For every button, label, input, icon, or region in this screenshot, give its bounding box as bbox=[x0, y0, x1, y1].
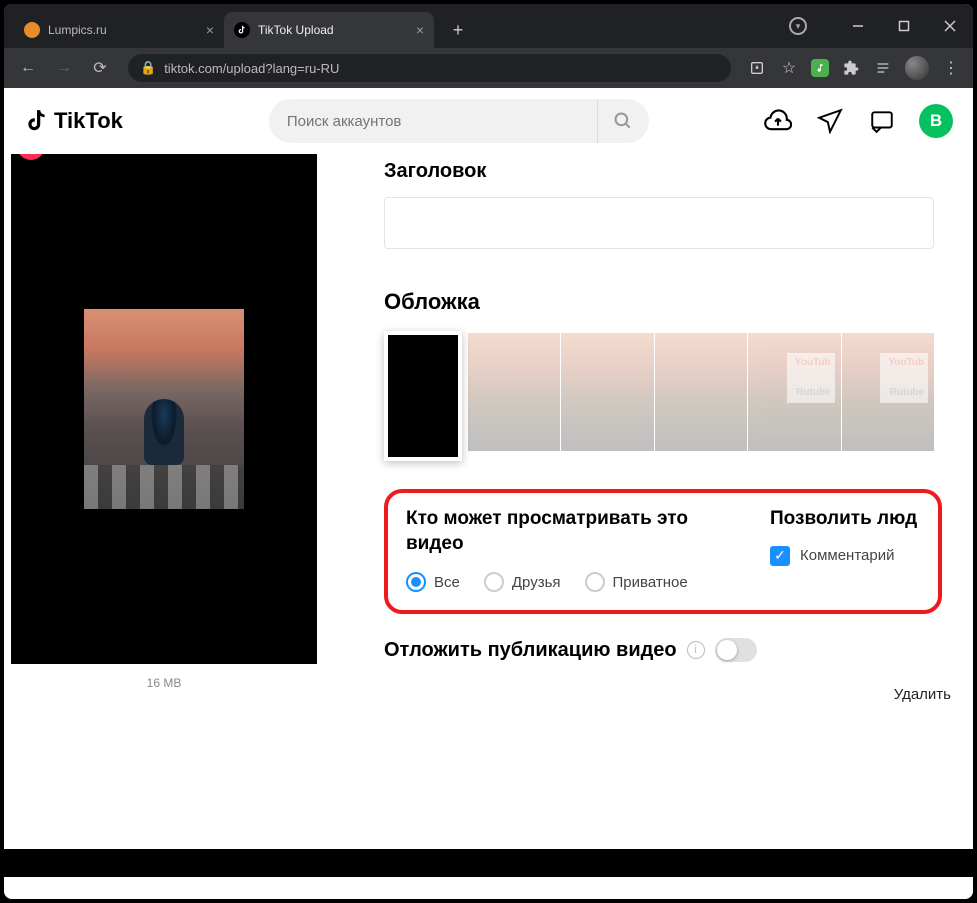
allow-comment-row[interactable]: ✓ Комментарий bbox=[770, 546, 920, 566]
browser-titlebar: Lumpics.ru × TikTok Upload × + ▾ bbox=[4, 4, 973, 48]
new-tab-button[interactable]: + bbox=[444, 16, 472, 44]
privacy-option-all[interactable]: Все bbox=[406, 572, 460, 592]
back-button[interactable]: ← bbox=[12, 52, 44, 84]
user-avatar[interactable]: В bbox=[919, 104, 953, 138]
watermark-youtube: YouTub bbox=[795, 357, 831, 368]
reload-button[interactable]: ⟳ bbox=[84, 52, 116, 84]
watermark-youtube: YouTub bbox=[888, 357, 924, 368]
tab-title: TikTok Upload bbox=[258, 23, 408, 37]
messages-icon[interactable] bbox=[815, 106, 845, 136]
tiktok-logo[interactable]: TikTok bbox=[24, 108, 123, 134]
favicon-lumpics bbox=[24, 22, 40, 38]
star-icon[interactable]: ☆ bbox=[775, 54, 803, 82]
privacy-option-private[interactable]: Приватное bbox=[585, 572, 688, 592]
extensions-icon[interactable] bbox=[837, 54, 865, 82]
cover-frame[interactable] bbox=[468, 333, 560, 451]
privacy-section: Кто может просматривать это видео Все Др… bbox=[406, 507, 740, 592]
title-input[interactable] bbox=[384, 197, 934, 249]
delete-button[interactable]: Удалить bbox=[894, 686, 951, 703]
search-box bbox=[269, 99, 649, 143]
brand-text: TikTok bbox=[54, 108, 123, 134]
bottom-bar bbox=[4, 849, 973, 877]
browser-tab-tiktok[interactable]: TikTok Upload × bbox=[224, 12, 434, 48]
install-icon[interactable] bbox=[743, 54, 771, 82]
maximize-button[interactable] bbox=[881, 10, 927, 42]
upload-form: Заголовок Обложка YouTub Rutube YouTub R… bbox=[324, 154, 973, 899]
cover-frame[interactable] bbox=[655, 333, 747, 451]
radio-icon bbox=[585, 572, 605, 592]
cover-frame[interactable] bbox=[561, 333, 653, 451]
privacy-highlight-box: Кто может просматривать это видео Все Др… bbox=[384, 489, 942, 614]
window-controls: ▾ bbox=[789, 4, 973, 48]
upload-icon[interactable] bbox=[763, 106, 793, 136]
cover-frame[interactable]: YouTub Rutube bbox=[842, 333, 934, 451]
radio-label: Приватное bbox=[613, 574, 688, 591]
video-preview[interactable] bbox=[11, 154, 317, 664]
schedule-row: Отложить публикацию видео i bbox=[384, 638, 973, 662]
account-button[interactable]: ▾ bbox=[789, 17, 807, 35]
radio-label: Друзья bbox=[512, 574, 561, 591]
live-indicator-icon bbox=[17, 154, 45, 160]
privacy-option-friends[interactable]: Друзья bbox=[484, 572, 561, 592]
minimize-button[interactable] bbox=[835, 10, 881, 42]
close-icon[interactable]: × bbox=[206, 22, 214, 38]
watermark-rutube: Rutube bbox=[796, 387, 830, 398]
checkbox-icon: ✓ bbox=[770, 546, 790, 566]
allow-section: Позволить люд ✓ Комментарий bbox=[770, 507, 920, 592]
url-text: tiktok.com/upload?lang=ru-RU bbox=[164, 61, 339, 76]
cover-frame-selected[interactable] bbox=[384, 331, 462, 461]
checkbox-label: Комментарий bbox=[800, 547, 894, 564]
schedule-toggle[interactable] bbox=[715, 638, 757, 662]
title-label: Заголовок bbox=[384, 160, 973, 183]
menu-icon[interactable]: ⋮ bbox=[937, 54, 965, 82]
extension-music-icon[interactable] bbox=[811, 59, 829, 77]
privacy-heading: Кто может просматривать это видео bbox=[406, 507, 740, 556]
radio-icon bbox=[484, 572, 504, 592]
cover-strip: YouTub Rutube YouTub Rutube bbox=[384, 333, 934, 459]
forward-button[interactable]: → bbox=[48, 52, 80, 84]
schedule-label: Отложить публикацию видео bbox=[384, 639, 677, 662]
radio-label: Все bbox=[434, 574, 460, 591]
info-icon[interactable]: i bbox=[687, 641, 705, 659]
video-thumbnail bbox=[84, 309, 244, 509]
tab-title: Lumpics.ru bbox=[48, 23, 198, 37]
allow-heading: Позволить люд bbox=[770, 507, 920, 532]
browser-tab-lumpics[interactable]: Lumpics.ru × bbox=[14, 12, 224, 48]
cover-frame[interactable]: YouTub Rutube bbox=[748, 333, 840, 451]
privacy-options: Все Друзья Приватное bbox=[406, 572, 740, 592]
header-actions: В bbox=[763, 104, 953, 138]
favicon-tiktok bbox=[234, 22, 250, 38]
search-button[interactable] bbox=[597, 99, 649, 143]
url-field[interactable]: 🔒 tiktok.com/upload?lang=ru-RU bbox=[128, 54, 731, 82]
radio-icon bbox=[406, 572, 426, 592]
inbox-icon[interactable] bbox=[867, 106, 897, 136]
cover-label: Обложка bbox=[384, 289, 973, 315]
file-size-label: 16 MB bbox=[147, 676, 182, 690]
lock-icon: 🔒 bbox=[140, 60, 156, 76]
profile-avatar[interactable] bbox=[905, 56, 929, 80]
watermark-rutube: Rutube bbox=[890, 387, 924, 398]
video-preview-pane: 16 MB bbox=[4, 154, 324, 899]
close-window-button[interactable] bbox=[927, 10, 973, 42]
upload-content: 16 MB Заголовок Обложка YouTub Rutube Yo… bbox=[4, 154, 973, 899]
browser-window: Lumpics.ru × TikTok Upload × + ▾ ← → ⟳ 🔒… bbox=[0, 0, 977, 903]
search-input[interactable] bbox=[269, 113, 597, 130]
reading-list-icon[interactable] bbox=[869, 54, 897, 82]
browser-addressbar: ← → ⟳ 🔒 tiktok.com/upload?lang=ru-RU ☆ ⋮ bbox=[4, 48, 973, 88]
tiktok-header: TikTok В bbox=[4, 88, 973, 154]
close-icon[interactable]: × bbox=[416, 22, 424, 38]
